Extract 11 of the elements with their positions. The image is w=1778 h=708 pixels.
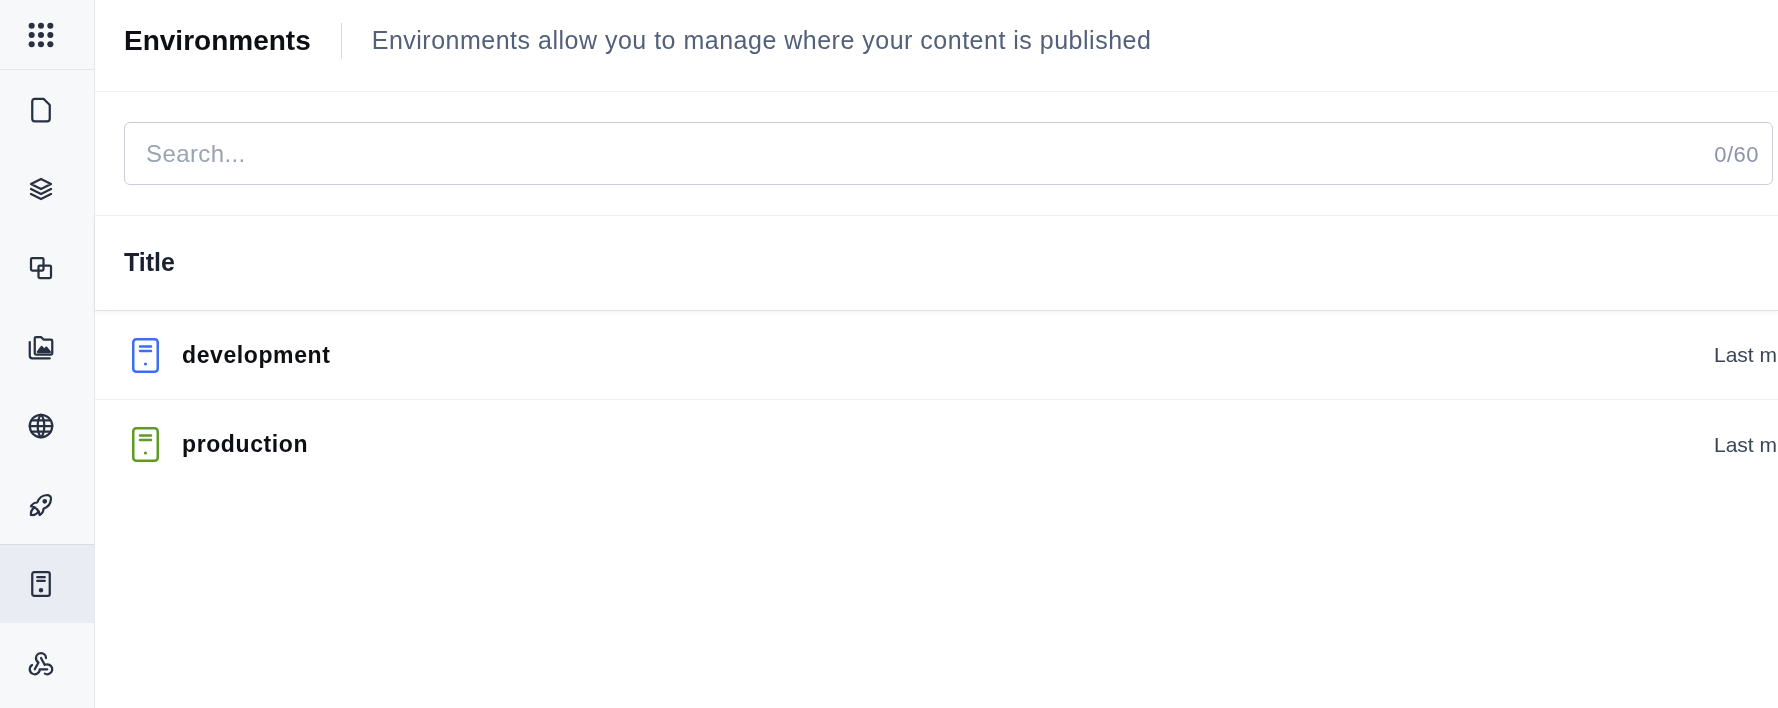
page-subtitle: Environments allow you to manage where your content is published bbox=[371, 24, 1152, 56]
environment-name-link[interactable]: development bbox=[182, 337, 331, 373]
environment-name-link[interactable]: production bbox=[182, 427, 309, 462]
page-title: Environments bbox=[124, 23, 311, 58]
apps-grid-icon[interactable] bbox=[27, 20, 55, 49]
sidebar-item[interactable] bbox=[0, 544, 94, 623]
character-counter: 0/60 bbox=[1714, 140, 1759, 168]
column-header: Title bbox=[124, 247, 175, 279]
table-cell-text: Last m bbox=[1713, 431, 1778, 458]
globe-icon bbox=[26, 411, 56, 441]
table-cell-text: Last m bbox=[1713, 342, 1778, 369]
